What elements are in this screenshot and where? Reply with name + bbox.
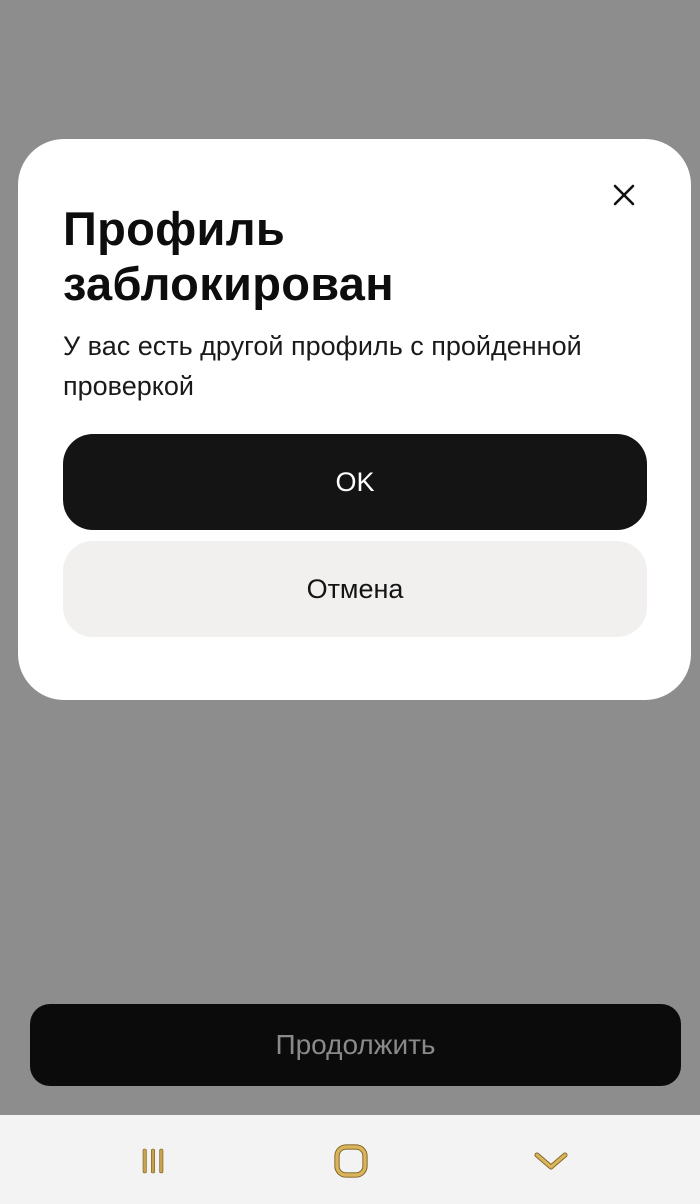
recents-icon[interactable] <box>131 1139 175 1183</box>
close-icon[interactable] <box>610 181 638 209</box>
continue-button[interactable]: Продолжить <box>30 1004 681 1086</box>
back-icon[interactable] <box>529 1139 573 1183</box>
ok-button[interactable]: OK <box>63 434 647 530</box>
profile-blocked-dialog: Профиль заблокирован У вас есть другой п… <box>18 139 691 700</box>
home-icon[interactable] <box>329 1139 373 1183</box>
dialog-title: Профиль заблокирован <box>63 202 394 310</box>
screen: Продолжить Профиль заблокирован У вас ес… <box>0 0 700 1204</box>
cancel-button[interactable]: Отмена <box>63 541 647 637</box>
dialog-message: У вас есть другой профиль с пройденной п… <box>63 331 582 401</box>
system-navigation-bar <box>0 1115 700 1204</box>
